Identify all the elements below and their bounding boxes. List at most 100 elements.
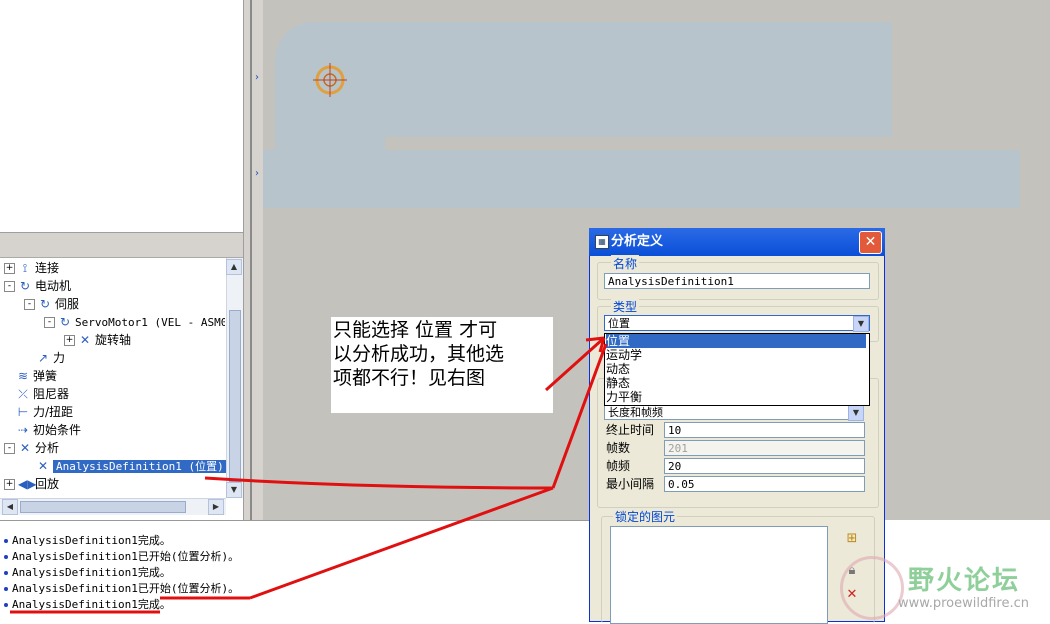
tree-item-label: 弹簧 — [33, 369, 58, 383]
splitter-arrow-icon[interactable]: › — [255, 72, 259, 83]
playback-icon: ◀▶ — [18, 477, 37, 491]
rotation-axis-icon: ✕ — [79, 333, 91, 347]
tree-item[interactable]: - ↻ 电动机 — [4, 278, 71, 295]
annotation-line: 项都不行！见右图 — [333, 367, 486, 389]
watermark-logo — [840, 556, 904, 620]
annotation-line: 以分析成功，其他选 — [333, 343, 505, 365]
name-input[interactable]: AnalysisDefinition1 — [604, 273, 870, 289]
type-option[interactable]: 力平衡 — [606, 390, 866, 404]
message-text: AnalysisDefinition1完成。 — [12, 566, 171, 579]
watermark-url: www.proewildfire.cn — [898, 596, 1029, 611]
damper-icon: ⤫ — [18, 387, 28, 401]
end-time-input[interactable]: 10 — [664, 422, 865, 438]
servo-motor-icon: ↻ — [59, 315, 71, 329]
tree-item-label: 连接 — [35, 261, 60, 275]
tree-item[interactable]: + ✕ 旋转轴 — [64, 332, 131, 349]
message-text: AnalysisDefinition1已开始(位置分析)。 — [12, 550, 240, 563]
collapse-icon[interactable]: - — [4, 443, 15, 454]
scroll-right-button[interactable]: ▶ — [208, 499, 224, 515]
motor-icon: ↻ — [19, 279, 31, 293]
pref-mode-select[interactable]: 长度和帧频 — [604, 404, 864, 420]
tree-item-label: AnalysisDefinition1 (位置) — [53, 460, 227, 473]
analysis-icon: ✕ — [19, 441, 31, 455]
frame-rate-input[interactable]: 20 — [664, 458, 865, 474]
type-option[interactable]: 位置 — [606, 334, 866, 348]
part-geometry-bottom — [262, 150, 1020, 208]
scroll-up-button[interactable]: ▲ — [226, 259, 242, 275]
min-interval-input[interactable]: 0.05 — [664, 476, 865, 492]
tree-item[interactable]: - ↻ ServoMotor1 (VEL - ASM00( — [44, 314, 225, 331]
type-option[interactable]: 动态 — [606, 362, 866, 376]
chevron-down-icon[interactable]: ▼ — [853, 316, 869, 332]
message-text: AnalysisDefinition1完成。 — [12, 534, 171, 547]
dialog-app-icon: ▦ — [595, 235, 609, 249]
type-select[interactable]: 位置 — [604, 315, 870, 331]
vertical-splitter[interactable] — [243, 0, 263, 520]
end-time-label: 终止时间 — [606, 423, 655, 437]
tree-item[interactable]: ≋ 弹簧 — [4, 368, 57, 385]
tree-item-label: 电动机 — [35, 279, 72, 293]
scroll-down-button[interactable]: ▼ — [226, 482, 242, 498]
expand-icon[interactable]: + — [4, 263, 15, 274]
annotation-line: 只能选择 位置 才可 — [333, 319, 498, 341]
tree-item[interactable]: ⇢ 初始条件 — [4, 422, 81, 439]
message-text: AnalysisDefinition1已开始(位置分析)。 — [12, 582, 240, 595]
force-torque-icon: ⊢ — [17, 405, 29, 419]
collapse-icon[interactable]: - — [44, 317, 55, 328]
scroll-left-button[interactable]: ◀ — [2, 499, 18, 515]
tree-item[interactable]: ↗ 力 — [24, 350, 65, 367]
message-line: AnalysisDefinition1已开始(位置分析)。 — [4, 549, 239, 565]
locked-entities-label: 锁定的图元 — [613, 508, 678, 525]
tree-item[interactable]: - ↻ 伺服 — [24, 296, 79, 313]
collapse-icon[interactable]: - — [4, 281, 15, 292]
splitter-line — [250, 0, 252, 520]
tree-item-label: 分析 — [35, 441, 60, 455]
tree-item[interactable]: + ⟟ 连接 — [4, 260, 59, 277]
initial-condition-icon: ⇢ — [17, 423, 29, 437]
frame-rate-label: 帧频 — [606, 459, 631, 473]
connection-icon: ⟟ — [22, 261, 28, 275]
message-line: AnalysisDefinition1完成。 — [4, 533, 171, 549]
servo-icon: ↻ — [39, 297, 51, 311]
message-text: AnalysisDefinition1完成。 — [12, 598, 171, 611]
part-geometry-top — [275, 22, 892, 137]
expand-icon[interactable]: + — [4, 479, 15, 490]
dialog-title[interactable]: 分析定义 — [589, 228, 885, 256]
tree-scroll-thumb[interactable] — [229, 310, 241, 482]
tree-item[interactable]: ⤫ 阻尼器 — [4, 386, 69, 403]
message-line: AnalysisDefinition1完成。 — [4, 565, 171, 581]
servo-motor-marker-icon — [313, 63, 347, 97]
frames-label: 帧数 — [606, 441, 631, 455]
tree-item[interactable]: ✕ AnalysisDefinition1 (位置) — [24, 458, 227, 475]
chevron-down-icon[interactable]: ▼ — [848, 405, 864, 421]
analysis-definition-icon: ✕ — [37, 459, 49, 473]
close-button[interactable]: ✕ — [859, 231, 882, 254]
message-line: AnalysisDefinition1已开始(位置分析)。 — [4, 581, 239, 597]
expand-icon[interactable]: + — [64, 335, 75, 346]
message-line: AnalysisDefinition1完成。 — [4, 597, 171, 613]
horizontal-splitter[interactable] — [0, 232, 243, 258]
tree-item-label: ServoMotor1 (VEL - ASM00( — [75, 316, 225, 329]
splitter-arrow-icon[interactable]: › — [255, 168, 259, 179]
tree-item-label: 初始条件 — [33, 423, 82, 437]
tree-hscroll-thumb[interactable] — [20, 501, 186, 513]
collapse-icon[interactable]: - — [24, 299, 35, 310]
type-option[interactable]: 静态 — [606, 376, 866, 390]
type-option[interactable]: 运动学 — [606, 348, 866, 362]
tree-item[interactable]: + ◀▶回放 — [4, 476, 59, 493]
force-motor-icon: ↗ — [37, 351, 49, 365]
locked-entities-list[interactable] — [610, 526, 828, 624]
select-components-icon[interactable]: ⊞ — [841, 528, 863, 550]
watermark-title: 野火论坛 — [908, 566, 1021, 596]
tree-item-label: 力 — [53, 351, 66, 365]
tree-item-label: 伺服 — [55, 297, 80, 311]
tree-item[interactable]: - ✕ 分析 — [4, 440, 59, 457]
tree-item-label: 回放 — [35, 477, 60, 491]
tree-item[interactable]: ⊢ 力/扭距 — [4, 404, 73, 421]
frames-input: 201 — [664, 440, 865, 456]
